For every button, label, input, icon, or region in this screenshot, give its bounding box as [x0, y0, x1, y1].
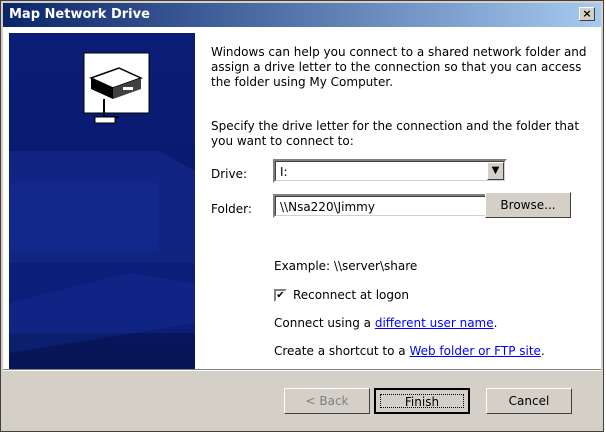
dialog-title: Map Network Drive — [9, 7, 150, 22]
drive-value: I: — [280, 165, 288, 179]
shortcut-prefix: Create a shortcut to a — [274, 344, 410, 358]
connect-prefix: Connect using a — [274, 316, 375, 330]
connect-using-line: Connect using a different user name. — [274, 316, 497, 330]
footer-separator — [3, 369, 601, 371]
example-text: Example: \\server\share — [274, 259, 418, 273]
reconnect-label[interactable]: Reconnect at logon — [293, 288, 409, 302]
folder-combobox[interactable]: \\Nsa220\Jimmy ▼ — [273, 194, 507, 218]
back-button[interactable]: < Back — [284, 388, 370, 414]
side-panel-graphic — [9, 33, 195, 369]
cancel-button[interactable]: Cancel — [486, 388, 572, 414]
dialog-content: Windows can help you connect to a shared… — [3, 27, 601, 369]
close-icon: × — [582, 7, 592, 20]
title-bar[interactable]: Map Network Drive × — [3, 3, 601, 27]
drive-label: Drive: — [211, 167, 248, 181]
shortcut-line: Create a shortcut to a Web folder or FTP… — [274, 344, 545, 358]
folder-label: Folder: — [211, 202, 252, 216]
reconnect-checkbox[interactable]: ✔ — [274, 289, 287, 302]
close-button[interactable]: × — [579, 7, 595, 21]
different-user-name-link[interactable]: different user name — [375, 316, 494, 330]
chevron-down-icon: ▼ — [491, 165, 500, 176]
connect-suffix: . — [493, 316, 498, 330]
network-drive-illustration — [9, 52, 195, 353]
drive-icon — [83, 52, 150, 124]
intro-text: Windows can help you connect to a shared… — [211, 45, 587, 89]
map-network-drive-dialog: Map Network Drive × Windows can help you… — [0, 0, 604, 432]
browse-button[interactable]: Browse... — [485, 192, 571, 218]
shortcut-suffix: . — [540, 344, 545, 358]
specify-text: Specify the drive letter for the connect… — [211, 119, 580, 148]
web-folder-ftp-link[interactable]: Web folder or FTP site — [409, 344, 540, 358]
finish-button[interactable]: Finish — [374, 388, 470, 414]
checkmark-icon: ✔ — [276, 290, 285, 301]
drive-select[interactable]: I: ▼ — [273, 159, 507, 183]
folder-value[interactable]: \\Nsa220\Jimmy — [280, 200, 375, 214]
drive-dropdown-button[interactable]: ▼ — [487, 162, 504, 180]
focus-rect — [380, 394, 464, 408]
